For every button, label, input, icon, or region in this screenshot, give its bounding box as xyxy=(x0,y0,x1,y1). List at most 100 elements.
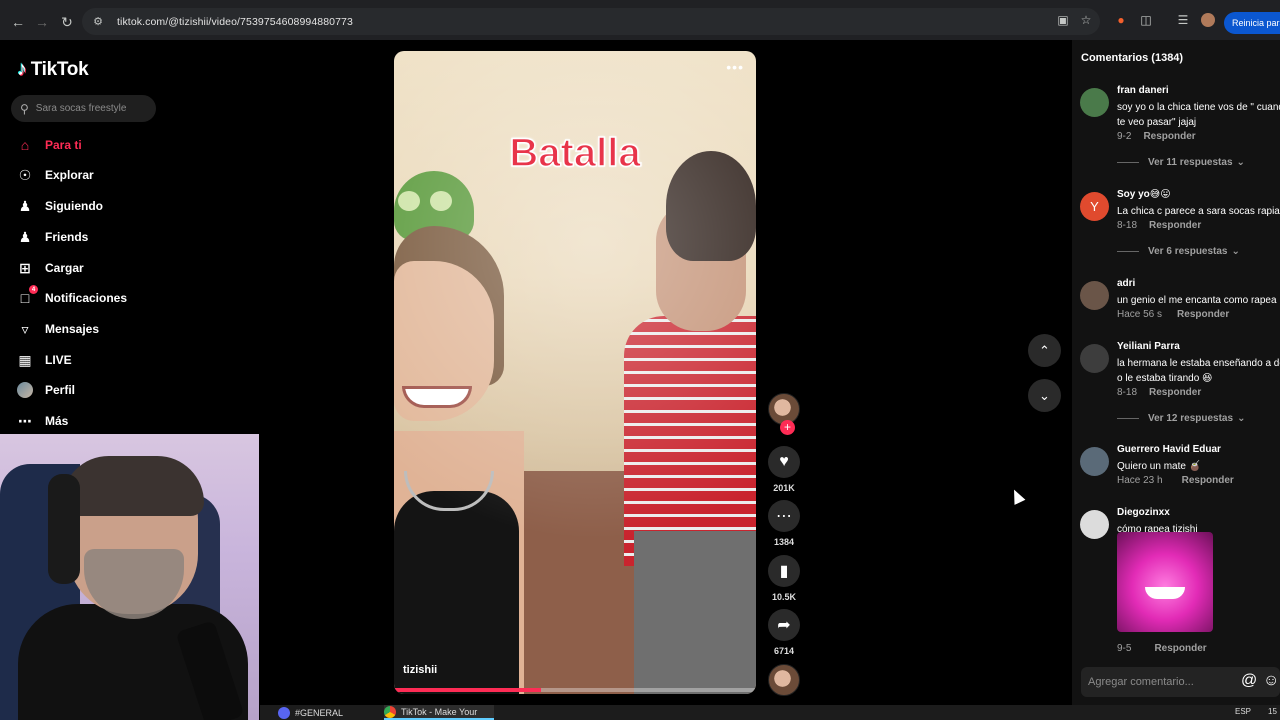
language-indicator[interactable]: ESP xyxy=(1235,707,1251,716)
comment-bubble-icon: ⋯ xyxy=(768,500,800,532)
comment-input[interactable]: Agregar comentario... @ ☺ xyxy=(1081,667,1280,697)
sidebar-item-notificaciones[interactable]: □ 4 Notificaciones xyxy=(16,285,128,309)
sidebar-item-live[interactable]: ▦ LIVE xyxy=(16,349,72,371)
browser-toolbar: ← → ↻ ⚙ tiktok.com/@tizishii/video/75397… xyxy=(0,0,1280,40)
sidebar-item-mas[interactable]: ⋯ Más xyxy=(16,410,68,432)
reply-button[interactable]: Responder xyxy=(1149,220,1201,231)
previous-video-chevron-up-icon[interactable]: ⌃ xyxy=(1028,334,1061,367)
reply-button[interactable]: Responder xyxy=(1154,643,1206,654)
avatar[interactable] xyxy=(1080,344,1109,373)
sidebar-item-mensajes[interactable]: ▿ Mensajes xyxy=(16,318,99,340)
like-button[interactable]: ♥ 201K xyxy=(766,446,802,493)
sidebar-item-label: Notificaciones xyxy=(45,291,128,305)
restart-update-button[interactable]: Reinicia para actualizar xyxy=(1224,12,1280,34)
more-options-icon[interactable]: ••• xyxy=(726,59,744,75)
tiktok-logo[interactable]: ♪ TikTok xyxy=(17,58,89,81)
view-replies-button[interactable]: Ver 11 respuestas ⌄ xyxy=(1117,157,1245,168)
live-icon: ▦ xyxy=(18,351,32,368)
sidebar-item-para-ti[interactable]: ⌂ Para ti xyxy=(16,134,82,156)
tiktok-note-icon: ♪ xyxy=(17,58,27,80)
sidebar-item-siguiendo[interactable]: ♟ Siguiendo xyxy=(16,195,103,217)
avatar[interactable] xyxy=(1080,88,1109,117)
chrome-icon xyxy=(384,705,396,718)
sidebar-item-label: LIVE xyxy=(45,353,72,367)
chevron-down-icon: ⌄ xyxy=(1236,157,1245,168)
comment-button[interactable]: ⋯ 1384 xyxy=(766,500,802,547)
comment-date: 9-5 xyxy=(1117,643,1132,654)
comment-gif-image[interactable] xyxy=(1117,532,1213,632)
sidebar-item-label: Explorar xyxy=(45,168,94,182)
inbox-icon: □ 4 xyxy=(16,285,38,307)
video-caption-overlay: Batalla xyxy=(509,130,642,176)
avatar[interactable] xyxy=(1080,447,1109,476)
save-button[interactable]: ▮ 10.5K xyxy=(766,555,802,602)
mention-at-icon[interactable]: @ xyxy=(1241,672,1257,690)
reload-icon[interactable]: ↻ xyxy=(55,10,79,34)
comment-username[interactable]: fran daneri xyxy=(1117,85,1169,96)
music-disc-avatar[interactable] xyxy=(768,664,800,696)
share-button[interactable]: ➦ 6714 xyxy=(766,609,802,656)
os-taskbar: #GENERAL TikTok - Make Your ESP 15 xyxy=(260,705,1280,720)
notification-badge: 4 xyxy=(29,285,38,294)
forward-icon[interactable]: → xyxy=(30,10,54,34)
url-text[interactable]: tiktok.com/@tizishii/video/7539754608994… xyxy=(117,16,353,28)
chevron-down-icon: ⌄ xyxy=(1231,246,1240,257)
bookmark-star-icon[interactable]: ☆ xyxy=(1079,13,1093,27)
avatar[interactable] xyxy=(1080,510,1109,539)
reply-button[interactable]: Responder xyxy=(1182,475,1234,486)
emoji-icon[interactable]: ☺ xyxy=(1263,672,1279,690)
comment-input-placeholder: Agregar comentario... xyxy=(1088,676,1194,688)
sidebar-item-explorar[interactable]: ☉ Explorar xyxy=(16,164,94,186)
address-bar[interactable]: ⚙ tiktok.com/@tizishii/video/75397546089… xyxy=(82,8,1100,35)
share-count: 6714 xyxy=(773,646,795,656)
search-input[interactable]: ⚲ Sara socas freestyle xyxy=(11,95,156,122)
video-author[interactable]: tizishii xyxy=(403,664,437,676)
comment-date: 8-18 xyxy=(1117,387,1138,398)
sidebar-item-label: Siguiendo xyxy=(45,199,103,213)
reply-button[interactable]: Responder xyxy=(1177,309,1229,320)
site-info-icon[interactable]: ⚙ xyxy=(90,14,106,30)
clock[interactable]: 15 xyxy=(1268,707,1277,716)
follow-plus-icon[interactable]: + xyxy=(780,420,795,435)
tab-search-icon[interactable]: ☰ xyxy=(1176,13,1190,27)
sidebar-item-friends[interactable]: ♟ Friends xyxy=(16,226,89,248)
avatar xyxy=(17,382,33,398)
more-icon: ⋯ xyxy=(18,412,32,429)
author-avatar[interactable]: + xyxy=(768,393,800,435)
extensions-puzzle-icon[interactable]: ◫ xyxy=(1139,13,1153,27)
taskbar-discord[interactable]: #GENERAL xyxy=(278,705,378,720)
comment-username[interactable]: adri xyxy=(1117,278,1135,289)
comment-username[interactable]: Diegozinxx xyxy=(1117,507,1170,518)
send-icon: ▿ xyxy=(21,320,29,337)
user-plus-icon: ♟ xyxy=(18,197,32,214)
comment-username[interactable]: Soy yo😅😛 xyxy=(1117,189,1171,200)
install-app-icon[interactable]: ▣ xyxy=(1056,13,1070,27)
discord-icon xyxy=(278,706,290,719)
taskbar-chrome[interactable]: TikTok - Make Your xyxy=(384,705,494,720)
avatar[interactable]: Y xyxy=(1080,192,1109,221)
sidebar-item-label: Cargar xyxy=(45,261,84,275)
reply-button[interactable]: Responder xyxy=(1149,387,1201,398)
comments-header: Comentarios (1384) xyxy=(1081,52,1184,64)
view-replies-button[interactable]: Ver 12 respuestas ⌄ xyxy=(1117,413,1245,424)
extension-brave-icon[interactable]: ● xyxy=(1114,13,1128,27)
heart-icon: ♥ xyxy=(768,446,800,478)
comment-username[interactable]: Yeiliani Parra xyxy=(1117,341,1180,352)
comment-meta: Hace 56 s Responder xyxy=(1117,309,1229,320)
back-icon[interactable]: ← xyxy=(6,10,30,34)
sidebar-item-label: Más xyxy=(45,414,69,428)
avatar[interactable] xyxy=(1080,281,1109,310)
video-player[interactable]: Batalla ••• tizishii xyxy=(394,51,756,694)
like-count: 201K xyxy=(773,483,795,493)
comment-username[interactable]: Guerrero Havid Eduar xyxy=(1117,444,1221,455)
sidebar-item-cargar[interactable]: ⊞ Cargar xyxy=(16,257,84,279)
sidebar-item-perfil[interactable]: Perfil xyxy=(16,379,75,401)
view-replies-button[interactable]: Ver 6 respuestas ⌄ xyxy=(1117,246,1240,257)
sidebar-item-label: Para ti xyxy=(45,138,82,152)
comment-date: 9-2 xyxy=(1117,131,1132,142)
profile-avatar-icon[interactable] xyxy=(1201,13,1215,27)
next-video-chevron-down-icon[interactable]: ⌄ xyxy=(1028,379,1061,412)
reply-button[interactable]: Responder xyxy=(1143,131,1195,142)
logo-text: TikTok xyxy=(30,58,89,80)
video-progress-fill xyxy=(394,688,541,692)
